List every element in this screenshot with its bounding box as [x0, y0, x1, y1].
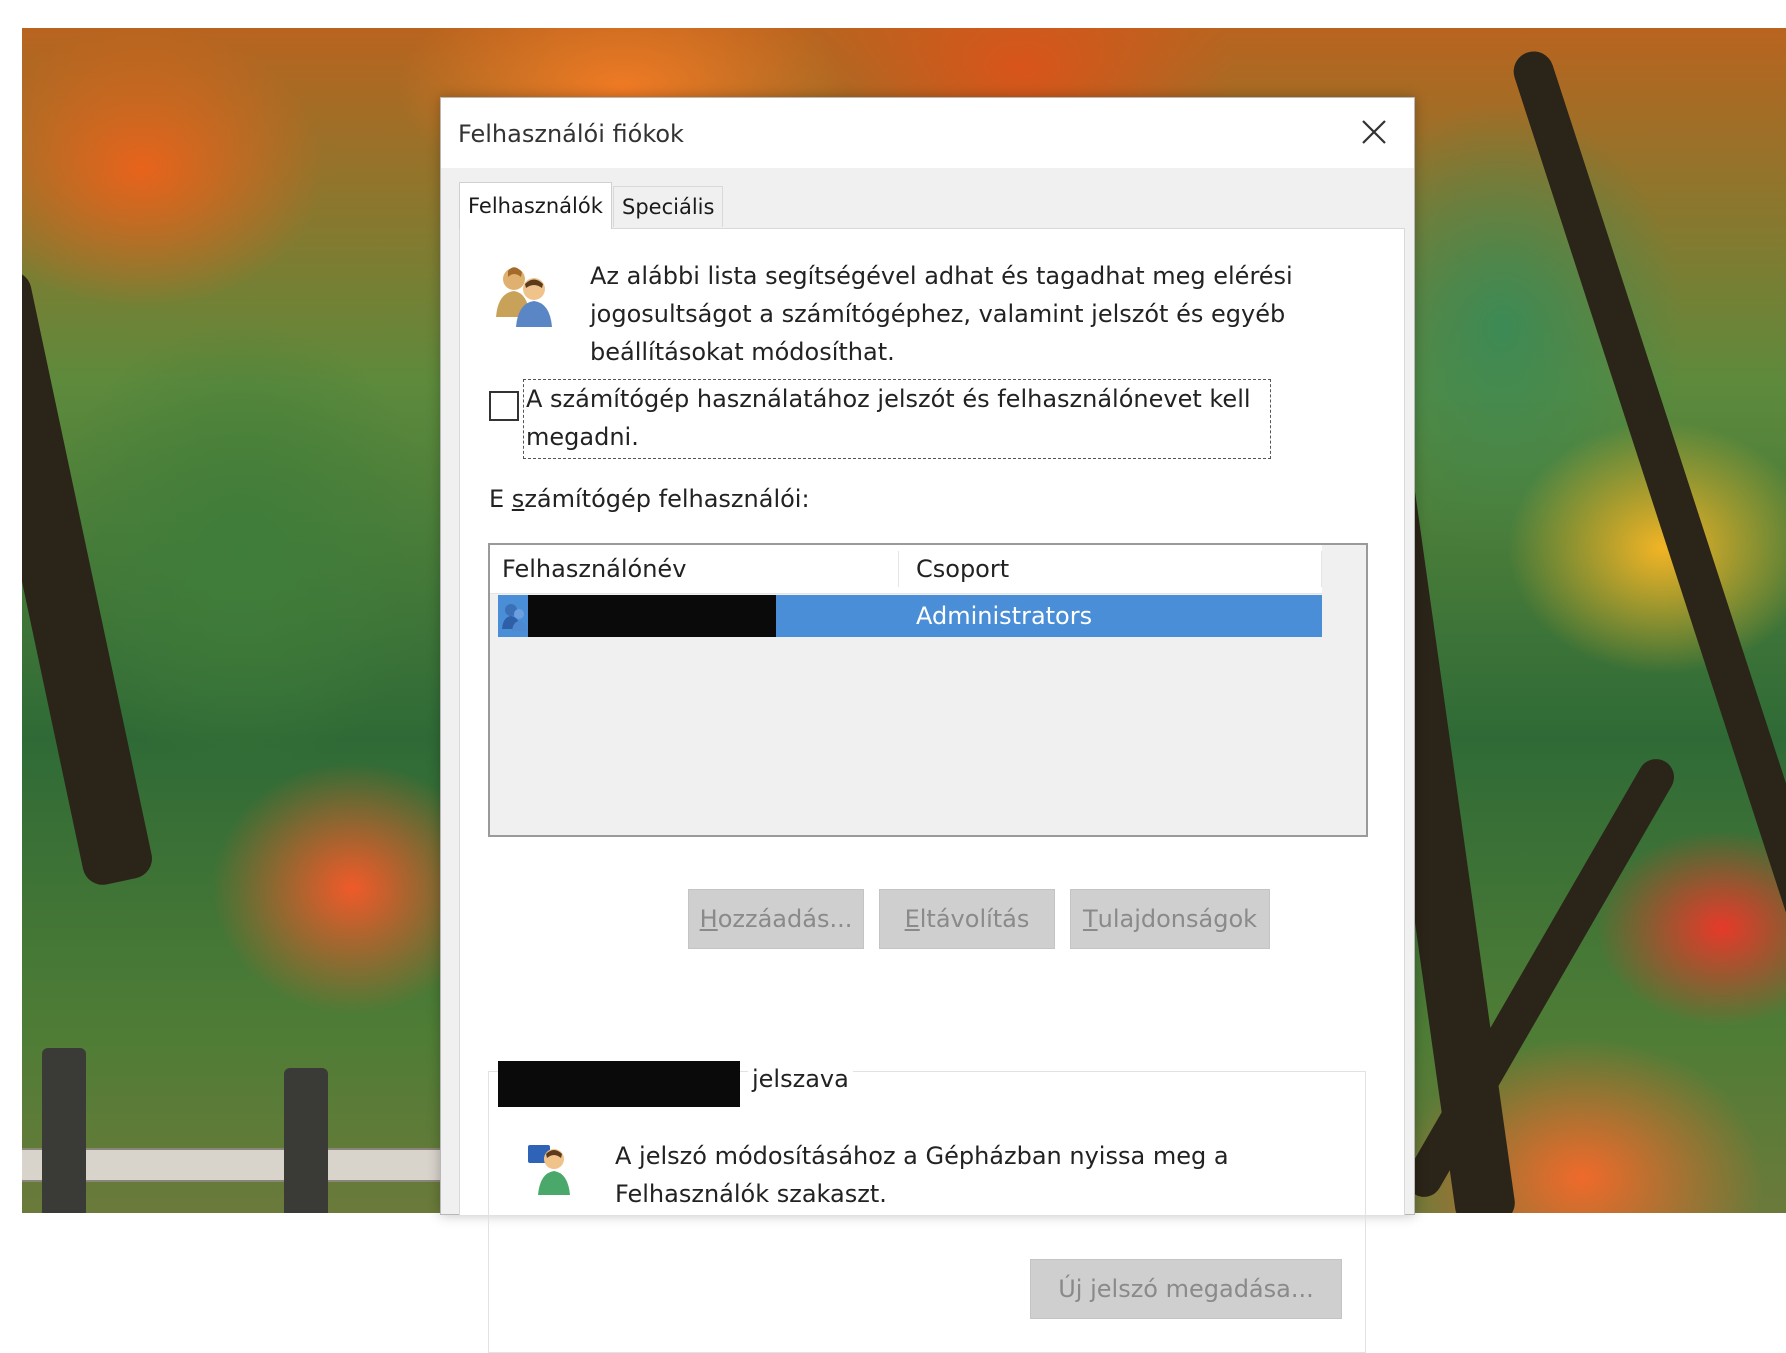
row-group-cell: Administrators: [916, 602, 1093, 630]
require-password-checkbox[interactable]: [489, 391, 519, 421]
intro-text: Az alábbi lista segítségével adhat és ta…: [590, 262, 1293, 366]
column-separator[interactable]: [898, 551, 899, 587]
remove-button-label: ltávolítás: [919, 905, 1030, 933]
user-key-icon: [528, 1145, 570, 1195]
dialog-title: Felhasználói fiókok: [458, 120, 684, 148]
add-button-accel: H: [699, 905, 718, 933]
require-password-label[interactable]: A számítógép használatához jelszót és fe…: [523, 379, 1271, 459]
add-button[interactable]: Hozzáadás...: [688, 889, 864, 949]
bridge-post: [42, 1048, 86, 1213]
properties-button-accel: T: [1082, 905, 1098, 933]
close-button[interactable]: [1352, 110, 1396, 154]
user-accounts-dialog: Felhasználói fiókok Felhasználók Speciál…: [440, 97, 1415, 1353]
remove-button-accel: E: [904, 905, 920, 933]
properties-button-label: ulajdonságok: [1097, 905, 1258, 933]
column-separator[interactable]: [1321, 551, 1322, 587]
list-header: Felhasználónév Csoport: [490, 545, 1322, 594]
redacted-username: [528, 595, 776, 637]
table-row[interactable]: Administrators: [498, 595, 1322, 637]
remove-button[interactable]: Eltávolítás: [879, 889, 1055, 949]
properties-button[interactable]: Tulajdonságok: [1070, 889, 1270, 949]
tab-advanced[interactable]: Speciális: [613, 186, 724, 227]
users-heading-accel: s: [511, 485, 525, 513]
users-tab-panel: Az alábbi lista segítségével adhat és ta…: [459, 228, 1405, 1353]
column-header-username[interactable]: Felhasználónév: [502, 555, 686, 583]
users-list[interactable]: Felhasználónév Csoport Administrators: [488, 543, 1368, 837]
close-icon: [1362, 120, 1386, 144]
tree-trunk: [22, 267, 156, 889]
password-instructions: A jelszó módosításához a Gépházban nyiss…: [615, 1142, 1229, 1208]
column-header-group[interactable]: Csoport: [916, 555, 1009, 583]
users-icon: [496, 267, 552, 327]
tab-users[interactable]: Felhasználók: [459, 182, 612, 229]
redacted-username: [498, 1061, 740, 1107]
title-bar: Felhasználói fiókok: [441, 98, 1414, 168]
add-button-label: ozzáadás...: [717, 905, 853, 933]
user-icon: [502, 604, 527, 631]
bridge-post: [284, 1068, 328, 1213]
users-heading-rest: zámítógép felhasználói:: [524, 485, 810, 513]
users-list-heading: E számítógép felhasználói:: [489, 485, 810, 513]
users-heading-prefix: E: [489, 485, 512, 513]
new-password-button[interactable]: Új jelszó megadása...: [1030, 1259, 1342, 1319]
tree-trunk: [1508, 46, 1786, 1010]
password-group-legend: jelszava: [748, 1065, 853, 1093]
bridge-railing: [22, 1148, 466, 1182]
